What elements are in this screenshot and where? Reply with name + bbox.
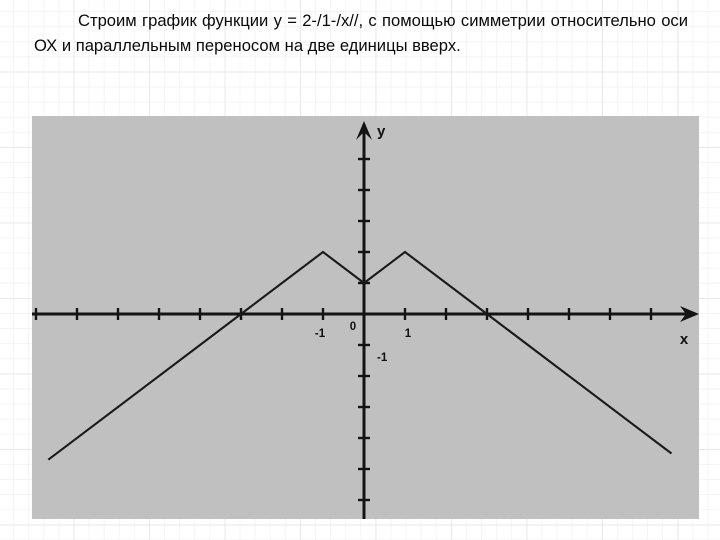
x-tick-label-one: 1 xyxy=(405,328,412,340)
y-tick-label-minus-one: -1 xyxy=(377,352,388,364)
caption-text: Строим график функции y = 2-/1-/x//, с п… xyxy=(34,11,693,55)
slide-canvas: Строим график функции y = 2-/1-/x//, с п… xyxy=(0,0,720,540)
plot-panel: -1 1 0 -1 y x xyxy=(32,116,699,519)
coordinate-plot: -1 1 0 -1 y x xyxy=(32,121,699,519)
x-axis-label: x xyxy=(680,331,689,348)
y-axis-label: y xyxy=(377,123,386,140)
x-tick-label-minus-one: -1 xyxy=(315,328,326,340)
origin-label: 0 xyxy=(350,321,356,333)
